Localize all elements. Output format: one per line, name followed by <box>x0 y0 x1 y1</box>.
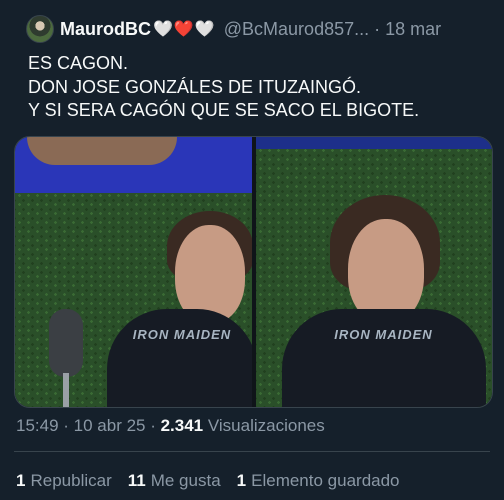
separator-dot: · <box>374 18 381 39</box>
face <box>347 219 424 323</box>
tweet-detail: MaurodBC 🤍❤️🤍 @BcMaurod857... · 18 mar E… <box>0 0 504 500</box>
author-handle[interactable]: @BcMaurod857... <box>224 19 369 40</box>
photo-left[interactable]: IRON MAIDEN <box>15 137 252 407</box>
likes-count: 11 <box>127 471 146 490</box>
media-grid: IRON MAIDEN IRON MAIDEN <box>14 136 493 408</box>
author-name-emoji: 🤍❤️🤍 <box>153 21 216 38</box>
reposts-label: Republicar <box>30 471 112 490</box>
post-date[interactable]: 18 mar <box>385 19 441 40</box>
bookmarks-label: Elemento guardado <box>251 471 400 490</box>
shirt-print: IRON MAIDEN <box>334 327 433 342</box>
author-display-name[interactable]: MaurodBC <box>60 19 151 40</box>
likes-label: Me gusta <box>150 471 221 490</box>
shirt: IRON MAIDEN <box>107 309 252 407</box>
shirt: IRON MAIDEN <box>281 309 486 407</box>
divider <box>14 451 490 452</box>
background-person <box>27 137 177 165</box>
tweet-text-line: DON JOSE GONZÁLES DE ITUZAINGÓ. <box>28 76 362 97</box>
tweet-text-line: ES CAGON. <box>28 53 129 73</box>
tweet-text-line: Y SI SERA CAGÓN QUE SE SACO EL BIGOTE. <box>28 100 420 120</box>
avatar[interactable] <box>26 15 54 43</box>
microphone <box>49 309 83 377</box>
shirt-print: IRON MAIDEN <box>132 327 232 342</box>
bookmarks-count: 1 <box>236 471 247 490</box>
likes-stat[interactable]: 11 Me gusta <box>128 471 221 491</box>
tweet-text: ES CAGON. DON JOSE GONZÁLES DE ITUZAINGÓ… <box>28 52 498 123</box>
blue-wall <box>255 137 492 149</box>
reposts-count: 1 <box>16 471 26 490</box>
tweet-meta: 15:49 · 10 abr 25 · 2.341 Visualizacione… <box>16 416 325 436</box>
tweet-header: MaurodBC 🤍❤️🤍 @BcMaurod857... · 18 mar <box>26 14 490 44</box>
timestamp[interactable]: 15:49 · 10 abr 25 · <box>16 416 161 435</box>
views-count: 2.341 <box>160 416 204 435</box>
views-label: Visualizaciones <box>203 416 325 435</box>
microphone-stand <box>63 373 69 407</box>
photo-right[interactable]: IRON MAIDEN <box>255 137 492 407</box>
bookmarks-stat[interactable]: 1 Elemento guardado <box>237 471 400 491</box>
reposts-stat[interactable]: 1 Republicar <box>16 471 112 491</box>
engagement-stats: 1 Republicar 11 Me gusta 1 Elemento guardad… <box>16 471 400 491</box>
